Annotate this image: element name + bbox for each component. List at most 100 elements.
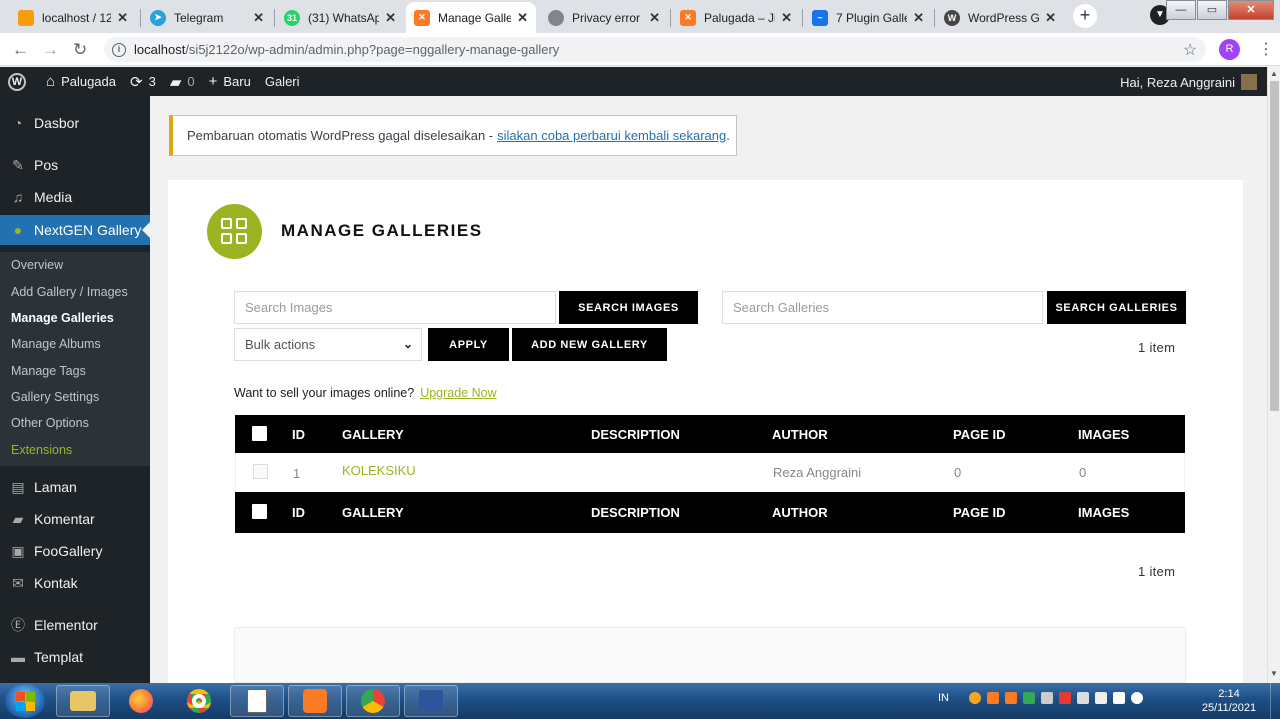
scroll-thumb[interactable]: [1270, 81, 1279, 411]
scroll-up-icon[interactable]: ▲: [1270, 69, 1278, 78]
submenu-extensions[interactable]: Extensions: [11, 443, 72, 457]
menu-elementor[interactable]: Ⓔ Elementor: [0, 610, 150, 640]
show-desktop-button[interactable]: [1270, 683, 1280, 719]
new-tab-button[interactable]: +: [1073, 4, 1097, 28]
volume-icon[interactable]: [1131, 692, 1143, 704]
search-galleries-button[interactable]: SEARCH GALLERIES: [1047, 291, 1186, 324]
forward-arrow-icon[interactable]: →: [42, 40, 59, 60]
bulk-actions-select[interactable]: Bulk actions ⌄: [234, 328, 422, 361]
action-center-icon[interactable]: [1077, 692, 1089, 704]
close-icon[interactable]: ✕: [517, 10, 528, 26]
submenu-manage-albums[interactable]: Manage Albums: [11, 337, 101, 351]
close-window-button[interactable]: ✕: [1228, 0, 1274, 20]
chrome-icon[interactable]: [172, 685, 226, 717]
search-icon[interactable]: [969, 692, 981, 704]
close-icon[interactable]: ✕: [649, 10, 660, 26]
retry-update-link[interactable]: silakan coba perbarui kembali sekarang: [497, 128, 726, 143]
tab-palugada[interactable]: ✕ Palugada – Jik ✕: [672, 2, 800, 33]
reload-icon[interactable]: ↻: [73, 40, 87, 60]
my-account-link[interactable]: Hai, Reza Anggraini: [1120, 74, 1257, 90]
menu-dasbor[interactable]: ◔ Dasbor: [0, 108, 150, 138]
bookmark-star-icon[interactable]: ☆: [1183, 40, 1197, 60]
column-page-id[interactable]: PAGE ID: [953, 427, 1006, 442]
select-all-checkbox[interactable]: [252, 504, 267, 519]
power-icon[interactable]: [1095, 692, 1107, 704]
drive-icon[interactable]: [1023, 692, 1035, 704]
close-icon[interactable]: ✕: [781, 10, 792, 26]
gallery-link[interactable]: KOLEKSIKU: [342, 463, 416, 478]
submenu-other-options[interactable]: Other Options: [11, 416, 89, 430]
submenu-gallery-settings[interactable]: Gallery Settings: [11, 390, 99, 404]
menu-templat[interactable]: ▬ Templat: [0, 642, 150, 672]
submenu-overview[interactable]: Overview: [11, 258, 63, 272]
search-images-button[interactable]: SEARCH IMAGES: [559, 291, 698, 324]
warning-icon[interactable]: [1059, 692, 1071, 704]
tab-privacy-error[interactable]: Privacy error ✕: [540, 2, 668, 33]
xampp-icon[interactable]: [288, 685, 342, 717]
file-explorer-icon[interactable]: [56, 685, 110, 717]
upgrade-now-link[interactable]: Upgrade Now: [420, 386, 496, 400]
search-galleries-input[interactable]: [722, 291, 1043, 324]
tab-wordpress-gallery[interactable]: W WordPress Ga ✕: [936, 2, 1064, 33]
menu-media[interactable]: ♫ Media: [0, 182, 150, 212]
apply-button[interactable]: APPLY: [428, 328, 509, 361]
tab-telegram[interactable]: ➤ Telegram ✕: [142, 2, 272, 33]
column-id[interactable]: ID: [292, 427, 305, 442]
maximize-button[interactable]: ▭: [1197, 0, 1227, 20]
select-all-checkbox[interactable]: [252, 426, 267, 441]
column-id[interactable]: ID: [292, 505, 305, 520]
row-checkbox[interactable]: [253, 464, 268, 479]
column-author[interactable]: AUTHOR: [772, 427, 828, 442]
chrome-profile-icon[interactable]: [346, 685, 400, 717]
close-icon[interactable]: ✕: [1045, 10, 1056, 26]
new-content-link[interactable]: + Baru: [209, 73, 251, 90]
submenu-add-gallery[interactable]: Add Gallery / Images: [11, 285, 128, 299]
tab-manage-galleries[interactable]: ✕ Manage Galle ✕: [406, 2, 536, 33]
menu-kontak[interactable]: ✉ Kontak: [0, 568, 150, 598]
tab-whatsapp[interactable]: 31 (31) WhatsApp ✕: [276, 2, 404, 33]
start-button[interactable]: [5, 684, 45, 718]
search-images-input[interactable]: [234, 291, 556, 324]
close-icon[interactable]: ✕: [117, 10, 128, 26]
column-gallery[interactable]: GALLERY: [342, 427, 404, 442]
column-gallery[interactable]: GALLERY: [342, 505, 404, 520]
close-icon[interactable]: ✕: [913, 10, 924, 26]
tab-localhost[interactable]: localhost / 127 ✕: [10, 2, 136, 33]
menu-foogallery[interactable]: ▣ FooGallery: [0, 536, 150, 566]
column-page-id[interactable]: PAGE ID: [953, 505, 1006, 520]
close-icon[interactable]: ✕: [385, 10, 396, 26]
firefox-icon[interactable]: [114, 685, 168, 717]
comments-link[interactable]: ▰ 0: [170, 73, 195, 91]
menu-laman[interactable]: ▤ Laman: [0, 472, 150, 502]
word-icon[interactable]: [404, 685, 458, 717]
clock[interactable]: 2:14 25/11/2021: [1196, 687, 1262, 715]
address-bar[interactable]: i localhost/si5j2122o/wp-admin/admin.php…: [104, 37, 1206, 62]
site-name-link[interactable]: ⌂ Palugada: [46, 73, 116, 90]
updates-link[interactable]: ⟳ 3: [130, 73, 156, 91]
tab-plugin-gallery[interactable]: ~ 7 Plugin Galler ✕: [804, 2, 932, 33]
scroll-down-icon[interactable]: ▼: [1270, 669, 1278, 678]
submenu-manage-tags[interactable]: Manage Tags: [11, 364, 86, 378]
submenu-manage-galleries[interactable]: Manage Galleries: [11, 311, 114, 325]
close-icon[interactable]: ✕: [253, 10, 264, 26]
xampp-control-icon[interactable]: [1005, 692, 1017, 704]
wordpress-logo-icon[interactable]: W: [8, 72, 32, 91]
menu-pos[interactable]: ✎ Pos: [0, 150, 150, 180]
column-images[interactable]: IMAGES: [1078, 505, 1129, 520]
add-new-gallery-button[interactable]: ADD NEW GALLERY: [512, 328, 667, 361]
xampp-tray-icon[interactable]: [987, 692, 999, 704]
galeri-link[interactable]: Galeri: [265, 74, 300, 89]
page-scrollbar[interactable]: ▲ ▼: [1267, 67, 1280, 683]
language-indicator[interactable]: IN: [938, 692, 949, 704]
notepad-icon[interactable]: [230, 685, 284, 717]
device-icon[interactable]: [1041, 692, 1053, 704]
menu-nextgen-gallery[interactable]: ● NextGEN Gallery: [0, 215, 150, 245]
column-images[interactable]: IMAGES: [1078, 427, 1129, 442]
signal-icon[interactable]: [1113, 692, 1125, 704]
menu-komentar[interactable]: ▰ Komentar: [0, 504, 150, 534]
back-arrow-icon[interactable]: ←: [12, 40, 29, 60]
more-menu-icon[interactable]: ⋮: [1258, 39, 1274, 59]
minimize-button[interactable]: —: [1166, 0, 1196, 20]
column-author[interactable]: AUTHOR: [772, 505, 828, 520]
profile-avatar[interactable]: R: [1219, 39, 1240, 60]
